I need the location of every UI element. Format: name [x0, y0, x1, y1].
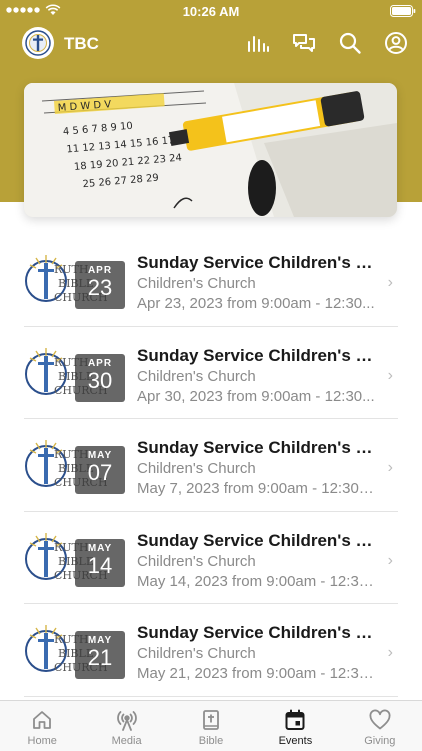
tab-label: Bible — [198, 735, 224, 747]
date-month: APR — [87, 357, 113, 369]
event-datetime: Apr 23, 2023 from 9:00am - 12:30... — [137, 295, 375, 312]
audio-bars-icon[interactable] — [246, 31, 270, 55]
date-day: 14 — [87, 552, 113, 578]
chevron-right-icon: › — [387, 274, 393, 291]
event-category: Children's Church — [137, 275, 256, 292]
status-bar: 10:26 AM — [0, 0, 422, 22]
app-title: TBC — [64, 34, 99, 53]
event-datetime: May 21, 2023 from 9:00am - 12:30... — [137, 665, 377, 683]
tab-events[interactable]: Events — [253, 701, 337, 751]
status-time: 10:26 AM — [182, 4, 240, 19]
date-day: 30 — [87, 367, 113, 393]
chevron-right-icon: › — [387, 551, 393, 569]
tab-label: Giving — [364, 735, 396, 747]
tab-media[interactable]: Media — [84, 701, 168, 751]
event-row[interactable]: RUTHBIBLECHURCH MAY 07 Sunday Service Ch… — [0, 419, 422, 512]
search-icon[interactable] — [338, 31, 362, 55]
chevron-right-icon: › — [387, 644, 393, 662]
event-row[interactable]: RUTHBIBLECHURCH APR 30 Sunday Service Ch… — [0, 327, 422, 420]
heart-icon — [369, 709, 391, 730]
chevron-right-icon: › — [387, 366, 393, 384]
event-datetime: Apr 30, 2023 from 9:00am - 12:30... — [137, 387, 375, 405]
app-bar-actions — [246, 31, 408, 55]
battery-icon — [390, 5, 416, 17]
event-row[interactable]: RUTHBIBLECHURCH MAY 14 Sunday Service Ch… — [0, 512, 422, 605]
event-row[interactable]: RUTHBIBLECHURCH APR 23 Sunday Service Ch… — [0, 234, 422, 327]
event-title: Sunday Service Children's C... — [137, 530, 377, 550]
tab-home[interactable]: Home — [0, 701, 84, 751]
profile-icon[interactable] — [384, 31, 408, 55]
date-day: 21 — [87, 645, 113, 671]
chat-icon[interactable] — [292, 31, 316, 55]
event-category: Children's Church — [137, 460, 256, 478]
broadcast-icon — [116, 711, 137, 731]
home-icon — [33, 711, 52, 729]
church-logo[interactable] — [22, 27, 54, 59]
tab-label: Home — [27, 735, 57, 747]
divider — [24, 695, 398, 697]
event-datetime: May 7, 2023 from 9:00am - 12:30p... — [137, 480, 377, 498]
date-badge: MAY 21 — [75, 631, 125, 680]
events-list: RUTHBIBLECHURCH APR 23 Sunday Service Ch… — [0, 234, 422, 697]
app-bar: TBC — [0, 22, 422, 66]
date-day: 23 — [87, 275, 113, 300]
date-badge: APR 30 — [75, 353, 125, 402]
event-title: Sunday Service Children's C... — [137, 345, 377, 365]
church-logo-icon — [25, 30, 51, 56]
bible-icon — [203, 710, 219, 730]
featured-image[interactable]: M D W D V 4 5 6 7 8 9 10 11 12 13 14 15 … — [24, 83, 397, 217]
chevron-right-icon: › — [387, 459, 393, 477]
event-row[interactable]: RUTHBIBLECHURCH MAY 21 Sunday Service Ch… — [0, 604, 422, 697]
event-title: Sunday Service Children's C... — [137, 253, 377, 272]
date-badge: APR 23 — [75, 261, 125, 309]
event-category: Children's Church — [137, 645, 256, 663]
calendar-pen-photo: M D W D V 4 5 6 7 8 9 10 11 12 13 14 15 … — [24, 83, 397, 217]
event-category: Children's Church — [137, 552, 256, 570]
date-badge: MAY 14 — [75, 538, 125, 587]
tab-label: Events — [278, 735, 313, 747]
tab-label: Media — [111, 735, 142, 747]
tab-giving[interactable]: Giving — [338, 701, 422, 751]
event-category: Children's Church — [137, 367, 256, 385]
tab-bible[interactable]: Bible — [169, 701, 253, 751]
bottom-tab-bar: Home Media Bible Events Giving — [0, 700, 422, 751]
event-datetime: May 14, 2023 from 9:00am - 12:30... — [137, 572, 377, 590]
calendar-icon — [285, 709, 305, 730]
date-day: 07 — [87, 460, 113, 486]
date-badge: MAY 07 — [75, 446, 125, 495]
event-title: Sunday Service Children's C... — [137, 438, 377, 458]
event-title: Sunday Service Children's C... — [137, 623, 377, 643]
